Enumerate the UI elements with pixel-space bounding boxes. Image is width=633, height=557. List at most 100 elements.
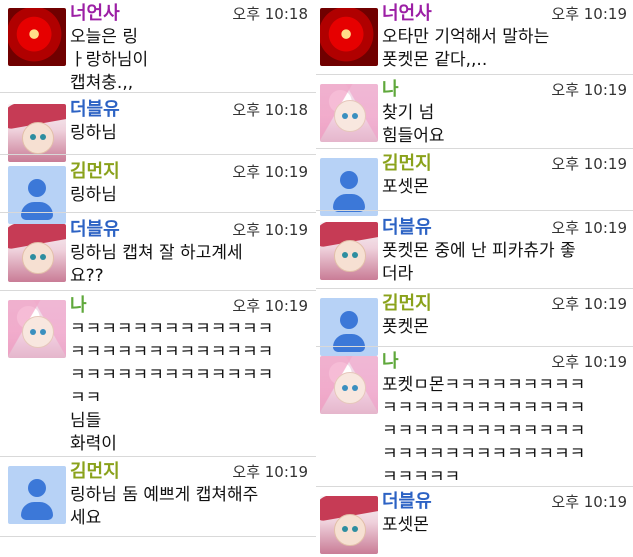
sender-name: 더블유 xyxy=(382,491,432,512)
message-header: 나 오후 10:19 xyxy=(70,294,308,318)
timestamp: 오후 10:19 xyxy=(232,163,308,181)
divider xyxy=(316,486,633,487)
divider xyxy=(316,288,633,289)
message-text: 링하님 캡쳐 잘 하고계세 요?? xyxy=(70,243,243,286)
divider xyxy=(0,290,316,291)
default-person-avatar xyxy=(320,158,378,216)
message-header: 김먼지 오후 10:19 xyxy=(382,292,627,316)
message-text: 포셋몬 xyxy=(382,515,429,535)
eye-icon xyxy=(30,329,36,335)
sender-name: 김먼지 xyxy=(382,153,432,174)
eye-icon xyxy=(352,252,358,258)
eye-icon xyxy=(30,134,36,140)
person-head-icon xyxy=(28,479,46,497)
sender-name: 나 xyxy=(382,79,399,100)
anime-avatar-w xyxy=(8,224,66,282)
eye-icon xyxy=(40,329,46,335)
chat-message: 더블유 오후 10:19 폿켓몬 중에 난 피카츄가 좋 더라 xyxy=(316,216,633,286)
message-text: 찾기 넘 힘들어요 xyxy=(382,103,445,146)
divider xyxy=(0,212,316,213)
timestamp: 오후 10:19 xyxy=(551,81,627,99)
message-header: 더블유 오후 10:18 xyxy=(70,98,308,122)
person-head-icon xyxy=(28,179,46,197)
timestamp: 오후 10:19 xyxy=(551,295,627,313)
timestamp: 오후 10:19 xyxy=(232,463,308,481)
timestamp: 오후 10:18 xyxy=(232,101,308,119)
chat-message: 나 오후 10:19 찾기 넘 힘들어요 xyxy=(316,78,633,146)
eye-icon xyxy=(352,385,358,391)
sender-name: 더블유 xyxy=(70,219,120,240)
message-text: 링하님 xyxy=(70,123,117,143)
eye-icon xyxy=(342,385,348,391)
face-icon xyxy=(334,100,366,132)
face-icon xyxy=(22,242,54,274)
flower-avatar xyxy=(320,8,378,66)
message-text: 오타만 기억해서 말하는 폿켓몬 같다,,.. xyxy=(382,27,550,70)
message-text: 포셋몬 xyxy=(382,177,429,197)
face-icon xyxy=(334,514,366,546)
sender-name: 더블유 xyxy=(70,99,120,120)
sender-name: 너언사 xyxy=(382,3,432,24)
chat-message: 김먼지 오후 10:19 링하님 xyxy=(0,160,316,224)
eye-icon xyxy=(352,113,358,119)
message-header: 김먼지 오후 10:19 xyxy=(70,460,308,484)
message-header: 너언사 오후 10:19 xyxy=(382,2,627,26)
timestamp: 오후 10:19 xyxy=(232,297,308,315)
chat-message: 나 오후 10:19 ㅋㅋㅋㅋㅋㅋㅋㅋㅋㅋㅋㅋㅋ ㅋㅋㅋㅋㅋㅋㅋㅋㅋㅋㅋㅋㅋ ㅋ… xyxy=(0,294,316,454)
chat-message: 김먼지 오후 10:19 링하님 돔 예쁘게 캡쳐해주 세요 xyxy=(0,460,316,534)
divider xyxy=(316,148,633,149)
face-icon xyxy=(22,316,54,348)
timestamp: 오후 10:19 xyxy=(551,219,627,237)
default-person-avatar xyxy=(8,466,66,524)
chat-message: 김먼지 오후 10:19 포셋몬 xyxy=(316,152,633,216)
eye-icon xyxy=(342,526,348,532)
timestamp: 오후 10:19 xyxy=(232,221,308,239)
chat-column-left: 너언사 오후 10:18 오늘은 링 ㅏ랑하님이 캡쳐충.,, 더블유 오후 1… xyxy=(0,0,316,557)
chat-message: 너언사 오후 10:19 오타만 기억해서 말하는 폿켓몬 같다,,.. xyxy=(316,2,633,72)
sender-name: 김먼지 xyxy=(70,461,120,482)
face-icon xyxy=(334,240,366,272)
message-header: 더블유 오후 10:19 xyxy=(382,490,627,514)
default-person-avatar xyxy=(8,166,66,224)
chat-message: 더블유 오후 10:18 링하님 xyxy=(0,98,316,162)
sender-name: 김먼지 xyxy=(382,293,432,314)
message-header: 나 오후 10:19 xyxy=(382,350,627,374)
divider xyxy=(0,536,316,537)
chat-message: 더블유 오후 10:19 포셋몬 xyxy=(316,490,633,554)
message-text: 오늘은 링 ㅏ랑하님이 캡쳐충.,, xyxy=(70,27,149,93)
divider xyxy=(0,154,316,155)
message-header: 김먼지 오후 10:19 xyxy=(382,152,627,176)
message-header: 더블유 오후 10:19 xyxy=(382,216,627,240)
flower-avatar xyxy=(8,8,66,66)
divider xyxy=(0,456,316,457)
eye-icon xyxy=(352,526,358,532)
anime-avatar-w xyxy=(320,222,378,280)
timestamp: 오후 10:19 xyxy=(551,353,627,371)
anime-avatar-me xyxy=(8,300,66,358)
timestamp: 오후 10:19 xyxy=(551,493,627,511)
sender-name: 너언사 xyxy=(70,3,120,24)
person-head-icon xyxy=(340,311,358,329)
message-header: 나 오후 10:19 xyxy=(382,78,627,102)
divider xyxy=(316,74,633,75)
anime-avatar-w xyxy=(320,496,378,554)
message-text: ㅋㅋㅋㅋㅋㅋㅋㅋㅋㅋㅋㅋㅋ ㅋㅋㅋㅋㅋㅋㅋㅋㅋㅋㅋㅋㅋ ㅋㅋㅋㅋㅋㅋㅋㅋㅋㅋㅋㅋ… xyxy=(70,319,274,454)
anime-avatar-me xyxy=(320,356,378,414)
anime-avatar-me xyxy=(320,84,378,142)
chat-column-right: 너언사 오후 10:19 오타만 기억해서 말하는 폿켓몬 같다,,.. 나 오… xyxy=(316,0,633,557)
eye-icon xyxy=(40,134,46,140)
chat-message: 더블유 오후 10:19 링하님 캡쳐 잘 하고계세 요?? xyxy=(0,218,316,288)
face-icon xyxy=(22,122,54,154)
sender-name: 나 xyxy=(70,295,87,316)
sender-name: 김먼지 xyxy=(70,161,120,182)
chat-message: 나 오후 10:19 포켓ㅁ몬ㅋㅋㅋㅋㅋㅋㅋㅋㅋ ㅋㅋㅋㅋㅋㅋㅋㅋㅋㅋㅋㅋㅋ ㅋ… xyxy=(316,350,633,487)
timestamp: 오후 10:18 xyxy=(232,5,308,23)
message-text: 포켓ㅁ몬ㅋㅋㅋㅋㅋㅋㅋㅋㅋ ㅋㅋㅋㅋㅋㅋㅋㅋㅋㅋㅋㅋㅋ ㅋㅋㅋㅋㅋㅋㅋㅋㅋㅋㅋㅋ… xyxy=(382,375,586,487)
timestamp: 오후 10:19 xyxy=(551,5,627,23)
message-text: 링하님 xyxy=(70,185,117,205)
message-text: 폿켓몬 중에 난 피카츄가 좋 더라 xyxy=(382,241,576,284)
message-header: 더블유 오후 10:19 xyxy=(70,218,308,242)
sender-name: 더블유 xyxy=(382,217,432,238)
eye-icon xyxy=(342,252,348,258)
message-text: 링하님 돔 예쁘게 캡쳐해주 세요 xyxy=(70,485,259,528)
